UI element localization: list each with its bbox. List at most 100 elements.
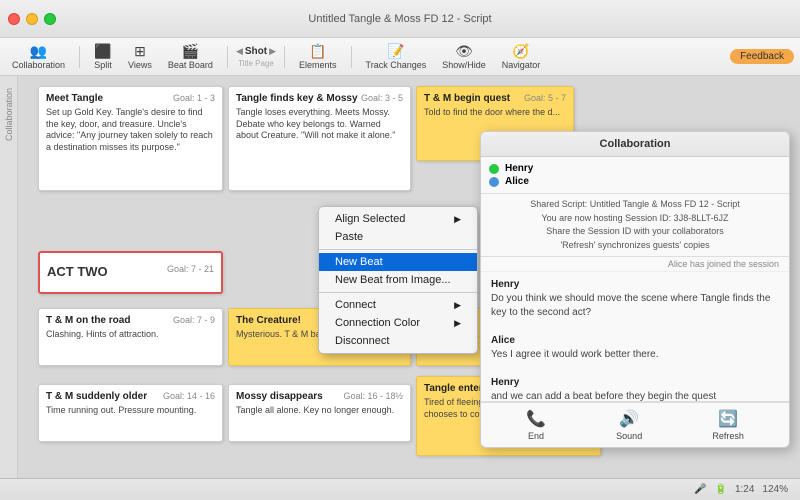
- title-page-label: Title Page: [238, 59, 274, 68]
- card-goal: Goal: 7 - 9: [173, 315, 215, 325]
- sound-icon: 🔊: [619, 409, 639, 429]
- views-button[interactable]: ⊞ Views: [122, 42, 158, 72]
- bottom-bar: 🎤 🔋 1:24 124%: [0, 478, 800, 500]
- showhide-icon: 👁: [455, 44, 473, 58]
- card-title: Mossy disappears Goal: 16 - 18½: [236, 391, 403, 402]
- split-icon: ⬛: [94, 44, 111, 58]
- beatboard-icon: 🎬: [182, 44, 199, 58]
- context-menu-item-connection-color[interactable]: Connection Color ▶: [319, 314, 477, 332]
- card-body: Tangle all alone. Key no longer enough.: [236, 405, 403, 417]
- card-body: Set up Gold Key. Tangle's desire to find…: [46, 107, 215, 154]
- beat-card-tangle-finds-key[interactable]: Tangle finds key & Mossy Goal: 3 - 5 Tan…: [228, 86, 411, 191]
- feedback-label: Feedback: [740, 51, 784, 62]
- maximize-button[interactable]: [44, 13, 56, 25]
- card-title: Tangle finds key & Mossy Goal: 3 - 5: [236, 93, 403, 104]
- bottom-right: 🎤 🔋 1:24 124%: [694, 484, 788, 495]
- split-button[interactable]: ⬛ Split: [88, 42, 118, 72]
- toolbar-divider-4: [351, 46, 352, 68]
- main-area: Collaboration Meet Tangle Goal: 1 - 3 Se…: [0, 76, 800, 478]
- beat-card-tm-road[interactable]: T & M on the road Goal: 7 - 9 Clashing. …: [38, 308, 223, 366]
- navigator-button[interactable]: 🧭 Navigator: [496, 42, 547, 72]
- participant-name-henry: Henry: [505, 163, 533, 174]
- battery-icon: 🔋: [715, 484, 727, 495]
- traffic-lights: [8, 13, 56, 25]
- context-menu-item-disconnect[interactable]: Disconnect: [319, 332, 477, 350]
- participant-henry: Henry: [489, 163, 781, 174]
- showhide-button[interactable]: 👁 Show/Hide: [436, 42, 492, 72]
- collab-refresh-button[interactable]: 🔄 Refresh: [712, 409, 744, 441]
- collab-header: Collaboration: [481, 132, 789, 157]
- beat-card-act-two[interactable]: ACT TWO Goal: 7 - 21: [38, 251, 223, 294]
- participant-alice: Alice: [489, 176, 781, 187]
- toolbar-divider-2: [227, 46, 228, 68]
- refresh-icon: 🔄: [718, 409, 738, 429]
- context-menu-separator-2: [319, 292, 477, 293]
- card-goal: Goal: 7 - 21: [167, 264, 214, 274]
- context-menu-separator-1: [319, 249, 477, 250]
- trackchanges-icon: 📝: [387, 44, 404, 58]
- navigator-icon: 🧭: [512, 44, 529, 58]
- beat-card-mossy-disappears[interactable]: Mossy disappears Goal: 16 - 18½ Tangle a…: [228, 384, 411, 442]
- card-title: Meet Tangle Goal: 1 - 3: [46, 93, 215, 104]
- views-icon: ⊞: [134, 44, 146, 58]
- card-title: ACT TWO Goal: 7 - 21: [47, 264, 214, 279]
- shot-label: Shot: [245, 46, 267, 57]
- card-title: T & M begin quest Goal: 5 - 7: [424, 93, 566, 104]
- collab-participants: Henry Alice: [481, 157, 789, 194]
- participant-dot-henry: [489, 164, 499, 174]
- window-title: Untitled Tangle & Moss FD 12 - Script: [308, 13, 491, 25]
- collab-info: Shared Script: Untitled Tangle & Moss FD…: [481, 194, 789, 257]
- context-menu-item-new-beat[interactable]: New Beat: [319, 253, 477, 271]
- mic-icon: 🎤: [694, 484, 706, 495]
- beatboard-button[interactable]: 🎬 Beat Board: [162, 42, 219, 72]
- card-title: T & M suddenly older Goal: 14 - 16: [46, 391, 215, 402]
- toolbar-divider-3: [284, 46, 285, 68]
- toolbar-divider-1: [79, 46, 80, 68]
- participant-dot-alice: [489, 177, 499, 187]
- context-menu-item-new-beat-image[interactable]: New Beat from Image...: [319, 271, 477, 289]
- trackchanges-button[interactable]: 📝 Track Changes: [360, 42, 433, 72]
- sidebar-label: Collaboration: [4, 88, 14, 141]
- collaboration-panel: Collaboration Henry Alice Shared Script:…: [480, 131, 790, 448]
- participant-name-alice: Alice: [505, 176, 529, 187]
- context-menu-item-align[interactable]: Align Selected ▶: [319, 210, 477, 228]
- card-goal: Goal: 14 - 16: [163, 391, 215, 401]
- collaboration-icon: 👥: [30, 44, 47, 58]
- submenu-arrow: ▶: [454, 300, 461, 311]
- beat-card-meet-tangle[interactable]: Meet Tangle Goal: 1 - 3 Set up Gold Key.…: [38, 86, 223, 191]
- context-menu-item-connect[interactable]: Connect ▶: [319, 296, 477, 314]
- context-menu: Align Selected ▶ Paste New Beat New Beat…: [318, 206, 478, 354]
- time-display: 1:24: [735, 484, 754, 495]
- beat-card-tm-older[interactable]: T & M suddenly older Goal: 14 - 16 Time …: [38, 384, 223, 442]
- beat-board[interactable]: Meet Tangle Goal: 1 - 3 Set up Gold Key.…: [18, 76, 800, 478]
- chat-message-henry-2: Henry and we can add a beat before they …: [491, 376, 779, 402]
- card-goal: Goal: 1 - 3: [173, 93, 215, 103]
- zoom-level: 124%: [762, 484, 788, 495]
- card-body: Time running out. Pressure mounting.: [46, 405, 215, 417]
- collaboration-button[interactable]: 👥 Collaboration: [6, 42, 71, 72]
- collab-footer: 📞 End 🔊 Sound 🔄 Refresh: [481, 402, 789, 447]
- left-sidebar: Collaboration: [0, 76, 18, 478]
- toolbar: 👥 Collaboration ⬛ Split ⊞ Views 🎬 Beat B…: [0, 38, 800, 76]
- close-button[interactable]: [8, 13, 20, 25]
- collab-end-button[interactable]: 📞 End: [526, 409, 546, 441]
- end-icon: 📞: [526, 409, 546, 429]
- elements-icon: 📋: [309, 44, 326, 58]
- card-title: T & M on the road Goal: 7 - 9: [46, 315, 215, 326]
- card-body: Clashing. Hints of attraction.: [46, 329, 215, 341]
- chat-message-alice-1: Alice Yes I agree it would work better t…: [491, 334, 779, 362]
- feedback-button[interactable]: Feedback: [730, 49, 794, 64]
- card-goal: Goal: 5 - 7: [524, 93, 566, 103]
- collab-joined-msg: Alice has joined the session: [481, 257, 789, 272]
- context-menu-item-paste[interactable]: Paste: [319, 228, 477, 246]
- card-goal: Goal: 16 - 18½: [343, 391, 403, 401]
- card-body: Tangle loses everything. Meets Mossy. De…: [236, 107, 403, 142]
- title-bar: Untitled Tangle & Moss FD 12 - Script: [0, 0, 800, 38]
- elements-button[interactable]: 📋 Elements: [293, 42, 343, 72]
- card-goal: Goal: 3 - 5: [361, 93, 403, 103]
- minimize-button[interactable]: [26, 13, 38, 25]
- card-body: Told to find the door where the d...: [424, 107, 566, 119]
- collab-chat: Henry Do you think we should move the sc…: [481, 272, 789, 402]
- collab-sound-button[interactable]: 🔊 Sound: [616, 409, 642, 441]
- chat-message-henry-1: Henry Do you think we should move the sc…: [491, 278, 779, 320]
